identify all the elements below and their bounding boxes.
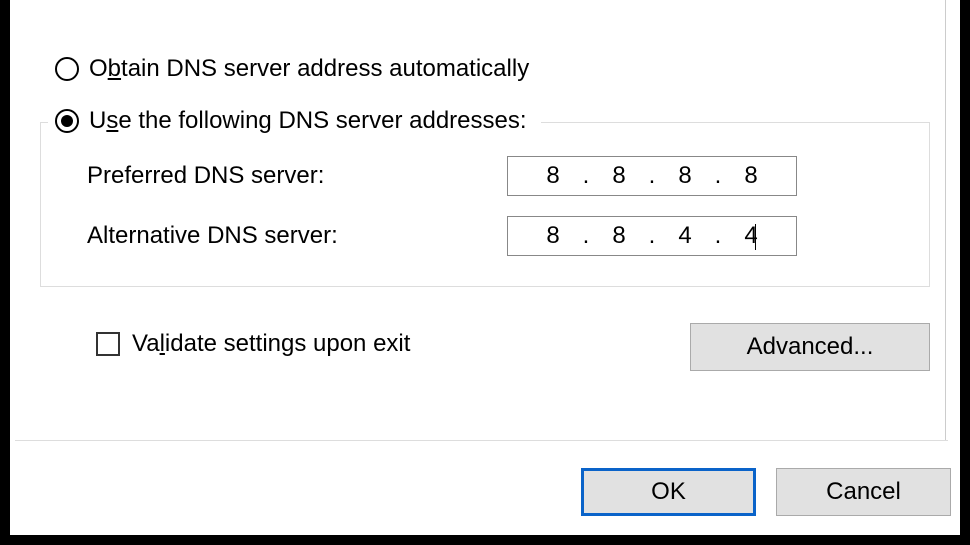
button-label: OK: [651, 478, 686, 506]
button-label: Advanced...: [747, 333, 874, 361]
preferred-dns-row: Preferred DNS server: 8. 8. 8. 8: [87, 156, 797, 196]
validate-settings-checkbox[interactable]: Validate settings upon exit: [96, 330, 410, 358]
radio-label: Obtain DNS server address automatically: [89, 55, 529, 83]
panel-right-border: [945, 0, 946, 440]
separator: [15, 440, 948, 441]
ok-button[interactable]: OK: [581, 468, 756, 516]
dns-settings-panel: Obtain DNS server address automatically …: [10, 0, 960, 535]
radio-icon: [55, 57, 79, 81]
preferred-dns-label: Preferred DNS server:: [87, 162, 507, 190]
button-label: Cancel: [826, 478, 901, 506]
advanced-button[interactable]: Advanced...: [690, 323, 930, 371]
radio-obtain-dns-auto[interactable]: Obtain DNS server address automatically: [55, 55, 529, 83]
cancel-button[interactable]: Cancel: [776, 468, 951, 516]
preferred-dns-input[interactable]: 8. 8. 8. 8: [507, 156, 797, 196]
alternative-dns-input[interactable]: 8. 8. 4. 4: [507, 216, 797, 256]
checkbox-label: Validate settings upon exit: [132, 330, 410, 358]
checkbox-icon: [96, 332, 120, 356]
dns-servers-group: Preferred DNS server: 8. 8. 8. 8 Alterna…: [40, 122, 930, 287]
text-caret: [755, 224, 756, 250]
alternative-dns-row: Alternative DNS server: 8. 8. 4. 4: [87, 216, 797, 256]
alternative-dns-label: Alternative DNS server:: [87, 222, 507, 250]
